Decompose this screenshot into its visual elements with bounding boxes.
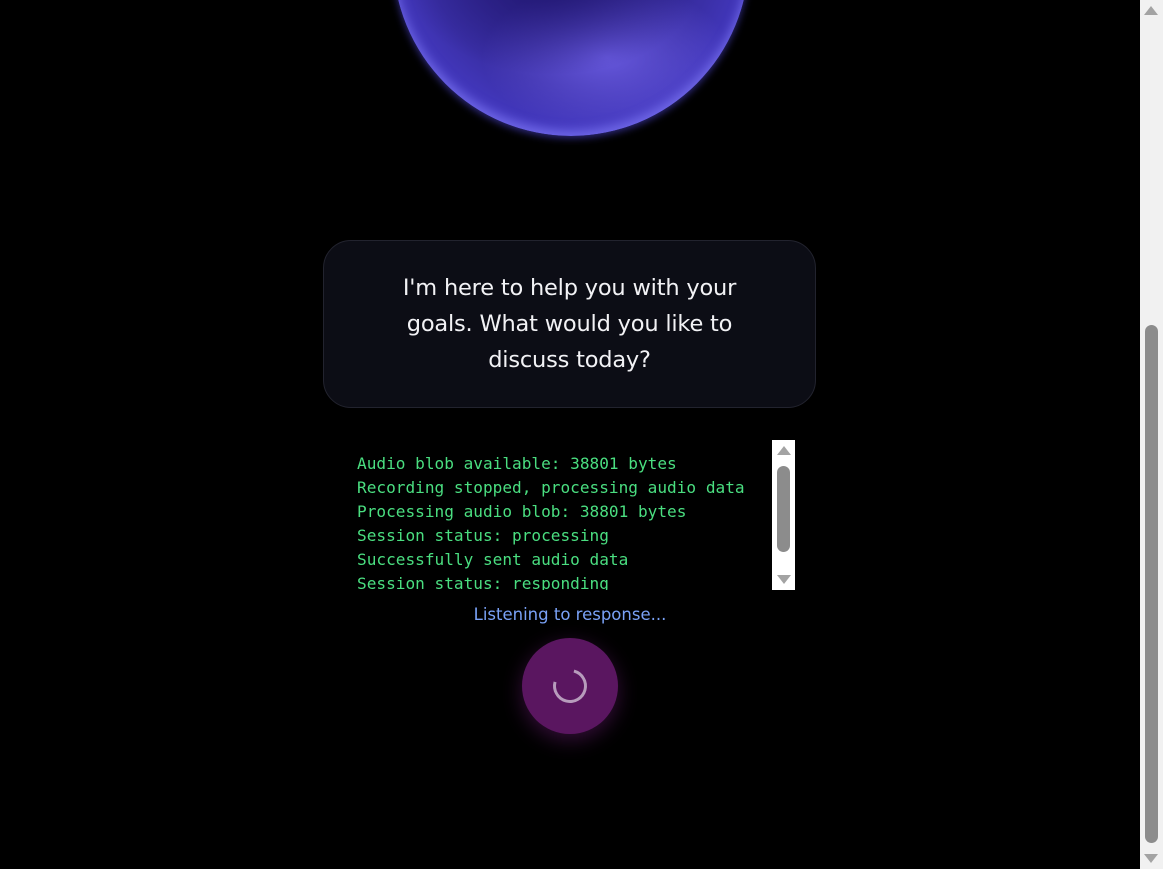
page-scrollbar-thumb[interactable] (1145, 325, 1158, 843)
assistant-message-card: I'm here to help you with your goals. Wh… (323, 240, 816, 408)
debug-log-scrollbar[interactable] (772, 440, 795, 590)
mic-button[interactable] (522, 638, 618, 734)
log-line: Successfully sent audio data (357, 550, 629, 569)
debug-log-scrollbar-thumb[interactable] (777, 466, 790, 552)
scroll-up-arrow-icon[interactable] (777, 446, 791, 455)
loading-spinner-icon (546, 662, 594, 710)
log-line: Recording stopped, processing audio data (357, 478, 745, 497)
log-line: Session status: processing (357, 526, 609, 545)
assistant-orb (393, 0, 749, 136)
log-line: Audio blob available: 38801 bytes (357, 454, 677, 473)
scroll-down-arrow-icon[interactable] (1144, 854, 1158, 863)
page-scrollbar[interactable] (1140, 0, 1163, 869)
log-line: Session status: responding (357, 574, 609, 590)
debug-log-panel[interactable]: Audio blob available: 38801 bytes Record… (347, 440, 795, 590)
log-line: Processing audio blob: 38801 bytes (357, 502, 687, 521)
assistant-message-text: I'm here to help you with your goals. Wh… (402, 275, 737, 373)
scroll-up-arrow-icon[interactable] (1144, 6, 1158, 15)
voice-assistant-page: I'm here to help you with your goals. Wh… (0, 0, 1163, 869)
scroll-down-arrow-icon[interactable] (777, 575, 791, 584)
debug-log-lines: Audio blob available: 38801 bytes Record… (357, 452, 767, 590)
listening-status-text: Listening to response... (473, 605, 667, 624)
